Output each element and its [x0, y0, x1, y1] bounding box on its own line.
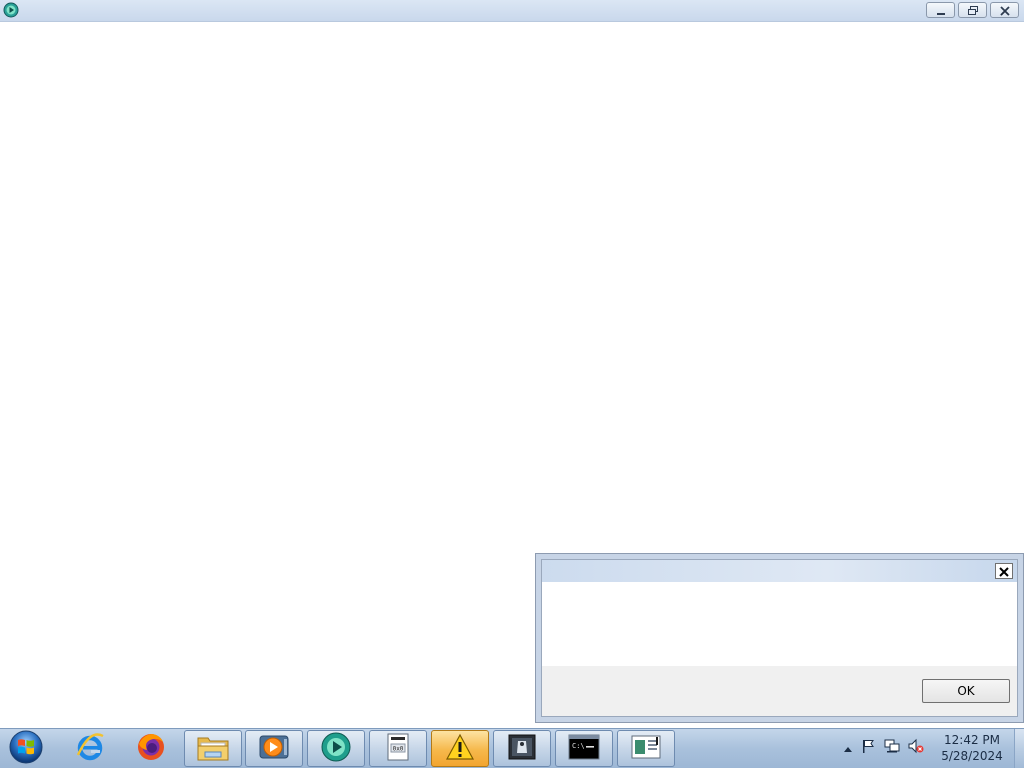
firefox-icon — [135, 731, 167, 767]
clock[interactable]: 12:42 PM 5/28/2024 — [934, 732, 1010, 764]
svg-text:C:\: C:\ — [572, 742, 585, 750]
system-tray: 12:42 PM 5/28/2024 — [834, 729, 1024, 768]
taskbar-document[interactable]: 0x0 — [369, 730, 427, 767]
taskbar-command-prompt[interactable]: C:\ — [555, 730, 613, 767]
taskbar-window-app[interactable] — [617, 730, 675, 767]
windows-start-orb-icon — [8, 729, 44, 769]
volume-muted-icon — [908, 738, 924, 758]
dialog-message — [542, 582, 1017, 666]
minimize-icon — [936, 1, 946, 20]
start-button[interactable] — [6, 730, 46, 768]
app-titlebar[interactable] — [0, 0, 1024, 22]
dialog-frame: OK — [541, 559, 1018, 717]
restore-icon — [967, 1, 979, 20]
taskbar-media-app[interactable] — [307, 730, 365, 767]
network-button[interactable] — [884, 738, 900, 758]
dialog-titlebar[interactable] — [542, 560, 1017, 582]
warning-icon — [445, 733, 475, 765]
clock-date: 5/28/2024 — [941, 749, 1003, 763]
folder-icon — [196, 732, 230, 766]
taskbar-file-explorer[interactable] — [184, 730, 242, 767]
taskbar-warning-app[interactable] — [431, 730, 489, 767]
taskbar: 0x0 C:\ 12:42 PM 5/28/2024 — [0, 728, 1024, 768]
action-center-button[interactable] — [860, 740, 876, 756]
media-app-icon — [320, 731, 352, 767]
show-desktop-button[interactable] — [1014, 729, 1024, 768]
restore-button[interactable] — [958, 2, 987, 18]
flag-icon — [860, 738, 876, 758]
taskbar-media-player[interactable] — [245, 730, 303, 767]
window-icon — [630, 733, 662, 765]
svg-text:0x0: 0x0 — [393, 745, 404, 752]
taskbar-process-monitor[interactable] — [493, 730, 551, 767]
media-player-icon — [258, 732, 290, 766]
ok-button[interactable]: OK — [922, 679, 1010, 703]
network-icon — [884, 738, 900, 758]
clock-time: 12:42 PM — [944, 733, 1000, 747]
dialog-close-button[interactable] — [995, 563, 1013, 579]
internet-explorer-icon — [74, 731, 106, 767]
close-icon — [999, 562, 1009, 581]
process-monitor-icon — [507, 733, 537, 765]
taskbar-internet-explorer[interactable] — [61, 730, 119, 767]
dialog-footer: OK — [542, 666, 1017, 716]
document-icon: 0x0 — [385, 732, 411, 766]
close-icon — [999, 1, 1010, 20]
close-button[interactable] — [990, 2, 1019, 18]
minimize-button[interactable] — [926, 2, 955, 18]
taskbar-firefox[interactable] — [122, 730, 180, 767]
volume-button[interactable] — [908, 738, 924, 758]
show-hidden-icons-button[interactable] — [840, 740, 856, 756]
media-player-icon[interactable] — [3, 2, 19, 18]
chevron-up-icon — [843, 739, 853, 758]
message-dialog: OK — [535, 553, 1024, 723]
command-prompt-icon: C:\ — [568, 734, 600, 764]
